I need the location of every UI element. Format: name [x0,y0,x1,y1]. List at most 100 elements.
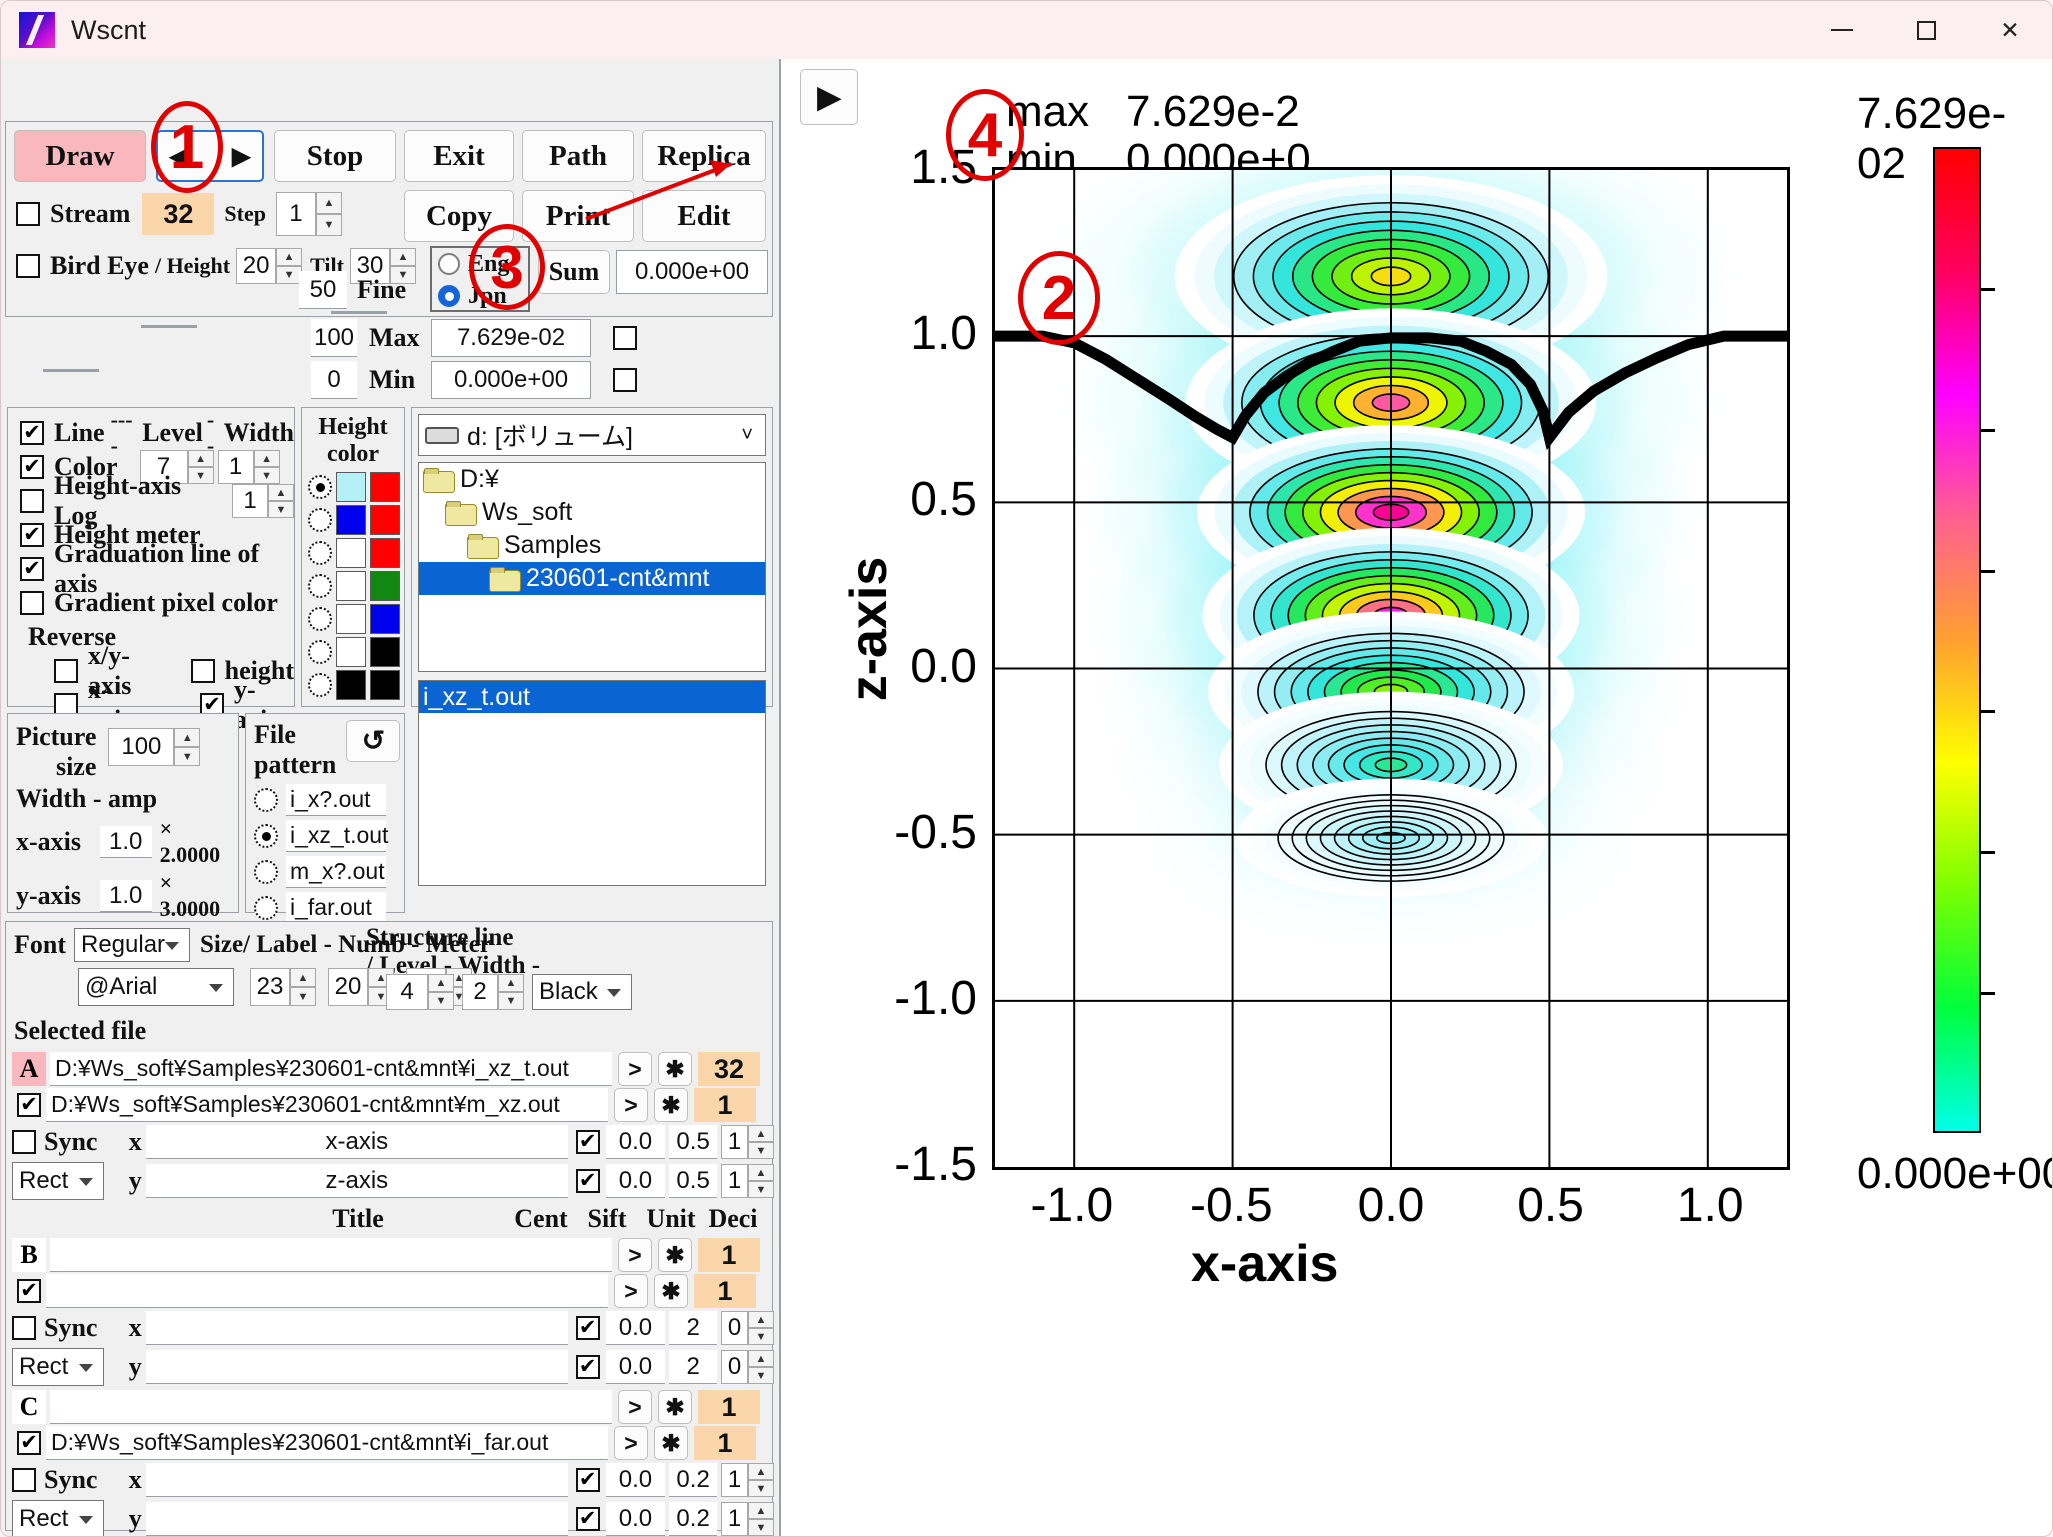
cent-checkbox[interactable] [575,1130,600,1154]
slider-track-3[interactable] [43,369,99,372]
height-color-row[interactable] [308,637,404,667]
deci-spinner[interactable]: ▲ ▼ [748,1463,774,1497]
height-color-low-swatch[interactable] [336,637,366,667]
sum-button[interactable]: Sum [538,250,610,294]
file-pattern-option[interactable]: m_x?.out [254,856,404,888]
edit-button[interactable]: Edit [642,190,766,242]
file-list-item[interactable]: i_xz_t.out [419,681,765,713]
min-value[interactable]: 0.000e+00 [431,361,591,399]
browse-button[interactable]: > [614,1274,648,1308]
slider-track-1[interactable] [141,325,197,328]
heightmeter-checkbox[interactable] [20,523,44,547]
picture-size-value[interactable]: 100 [108,728,175,766]
unit-value[interactable]: 0.2 [669,1502,718,1536]
height-color-high-swatch[interactable] [370,571,400,601]
file-pattern-option[interactable]: i_xz_t.out [254,820,404,852]
star-button[interactable]: ✱ [658,1052,692,1086]
deci-spinner[interactable]: ▲ ▼ [748,1350,774,1384]
axis-title-field[interactable]: x-axis [145,1125,568,1159]
file-pattern-radio[interactable] [254,788,278,812]
deci-value[interactable]: 1 [698,1390,760,1424]
file-path-field[interactable]: D:¥Ws_soft¥Samples¥230601-cnt&mnt¥i_far.… [46,1426,608,1460]
max-fix-checkbox[interactable] [613,326,637,350]
birdeye-checkbox[interactable] [16,254,40,278]
height-color-high-swatch[interactable] [370,604,400,634]
step-spinner[interactable]: ▲ ▼ [315,192,342,236]
print-button[interactable]: Print [522,190,634,242]
struct-color-select[interactable]: Black [532,974,632,1010]
replica-button[interactable]: Replica [642,130,766,182]
height-color-high-swatch[interactable] [370,505,400,535]
min-fix-checkbox[interactable] [613,368,637,392]
height-color-high-swatch[interactable] [370,670,400,700]
unit-value[interactable]: 0.2 [669,1463,718,1497]
tree-node[interactable]: Ws_soft [419,496,765,529]
reverse-xy-checkbox[interactable] [54,659,78,683]
height-color-row[interactable] [308,538,404,568]
max-percent[interactable]: 100 [311,319,357,357]
height-color-low-swatch[interactable] [336,505,366,535]
deci-spin-value[interactable]: 1 [721,1502,748,1536]
lang-eng-radio[interactable] [438,253,460,275]
file-pattern-radio[interactable] [254,824,278,848]
height-color-radio[interactable] [308,673,332,697]
deci-value[interactable]: 1 [694,1426,756,1460]
shape-select[interactable]: Rect [12,1500,104,1536]
axis-title-field[interactable] [145,1311,568,1345]
height-color-high-swatch[interactable] [370,637,400,667]
star-button[interactable]: ✱ [654,1088,688,1122]
cent-checkbox[interactable] [575,1507,600,1531]
browse-button[interactable]: > [618,1390,652,1424]
unit-value[interactable]: 0.5 [669,1125,718,1159]
tree-node[interactable]: D:¥ [419,463,765,496]
star-button[interactable]: ✱ [658,1390,692,1424]
struct-level-value[interactable]: 4 [386,974,428,1010]
deci-spin-value[interactable]: 1 [721,1125,748,1159]
exit-button[interactable]: Exit [404,130,514,182]
sift-value[interactable]: 0.0 [605,1350,666,1384]
height-color-high-swatch[interactable] [370,472,400,502]
font-size-label-value[interactable]: 23 [250,968,290,1006]
height-color-radio[interactable] [308,541,332,565]
file-row-checkbox[interactable] [17,1093,41,1117]
star-button[interactable]: ✱ [654,1426,688,1460]
sift-value[interactable]: 0.0 [605,1463,666,1497]
file-pattern-radio[interactable] [254,896,278,920]
heightlog-checkbox[interactable] [20,489,44,513]
deci-spin-value[interactable]: 0 [721,1311,748,1345]
sift-value[interactable]: 0.0 [605,1502,666,1536]
file-pattern-radio[interactable] [254,860,278,884]
stream-checkbox[interactable] [16,202,40,226]
axis-title-field[interactable]: z-axis [145,1164,568,1198]
picture-y-value[interactable]: 1.0 [99,880,152,912]
min-percent[interactable]: 0 [311,361,357,399]
deci-value[interactable]: 1 [694,1274,756,1308]
color-width-value[interactable]: 1 [217,450,254,484]
file-path-field[interactable]: D:¥Ws_soft¥Samples¥230601-cnt&mnt¥i_xz_t… [50,1052,612,1086]
unit-value[interactable]: 2 [669,1350,718,1384]
sift-value[interactable]: 0.0 [605,1164,666,1198]
unit-value[interactable]: 0.5 [669,1164,718,1198]
draw-button[interactable]: Draw [14,130,146,182]
struct-width-value[interactable]: 2 [462,974,498,1010]
browse-button[interactable]: > [618,1052,652,1086]
gradient-checkbox[interactable] [20,591,44,615]
chevron-down-icon[interactable]: ˅ [741,424,753,447]
path-button[interactable]: Path [522,130,634,182]
picture-size-spinner[interactable]: ▲ ▼ [174,728,201,766]
slider-track-2[interactable] [331,311,387,314]
deci-spin-value[interactable]: 1 [721,1463,748,1497]
font-family-select[interactable]: @Arial [78,968,234,1006]
deci-spin-value[interactable]: 0 [721,1350,748,1384]
struct-width-spinner[interactable]: ▲ ▼ [498,974,524,1010]
file-path-field[interactable] [46,1274,608,1308]
font-size-numb-value[interactable]: 20 [328,968,368,1006]
axis-title-field[interactable] [145,1463,568,1497]
file-pattern-option[interactable]: i_x?.out [254,784,404,816]
minimize-button[interactable] [1800,1,1884,59]
picture-x-value[interactable]: 1.0 [99,826,152,858]
cent-checkbox[interactable] [575,1316,600,1340]
height-color-low-swatch[interactable] [336,472,366,502]
cent-checkbox[interactable] [575,1169,600,1193]
height-color-row[interactable] [308,670,404,700]
